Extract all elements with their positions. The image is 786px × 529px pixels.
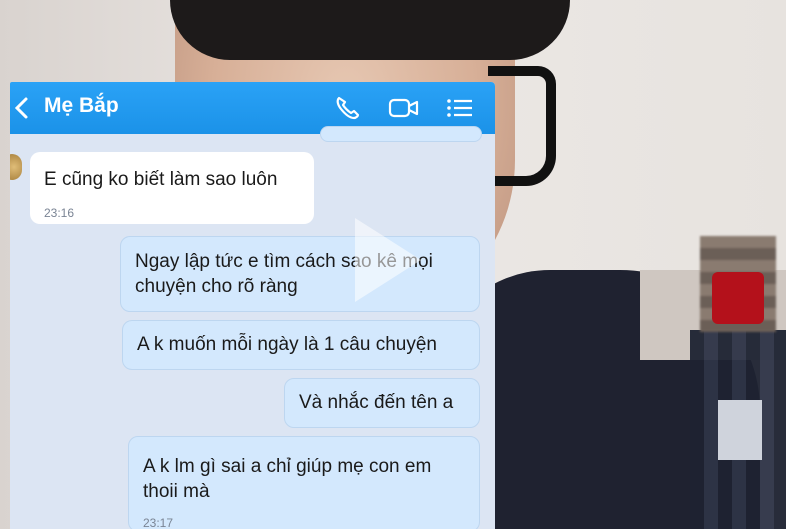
- message-outgoing[interactable]: Và nhắc đến tên a: [284, 378, 480, 428]
- message-text: Và nhắc đến tên a: [299, 392, 454, 413]
- contact-name[interactable]: Mẹ Bắp: [44, 94, 119, 118]
- phone-icon[interactable]: [332, 93, 364, 123]
- message-time: 23:17: [143, 516, 174, 529]
- message-outgoing[interactable]: A k muốn mỗi ngày là 1 câu chuyện: [122, 320, 480, 370]
- play-icon[interactable]: [355, 218, 421, 302]
- person-glasses: [488, 66, 556, 186]
- pixelated-patch: [718, 400, 762, 460]
- message-incoming[interactable]: E cũng ko biết làm sao luôn 23:16: [30, 152, 314, 224]
- chat-screenshot-overlay: Mẹ Bắp E cũng ko biết làm sao luôn 23:16…: [10, 82, 495, 529]
- menu-list-icon[interactable]: [444, 93, 476, 123]
- contact-avatar[interactable]: [10, 154, 22, 180]
- message-text: E cũng ko biết làm sao luôn: [44, 169, 278, 190]
- previous-message-edge: [320, 126, 482, 142]
- message-time: 23:16: [44, 206, 75, 220]
- chevron-left-icon[interactable]: [12, 96, 30, 120]
- message-list[interactable]: E cũng ko biết làm sao luôn 23:16 Ngay l…: [10, 126, 495, 529]
- pixelated-red-area: [712, 272, 764, 324]
- video-camera-icon[interactable]: [388, 93, 420, 123]
- message-text: A k lm gì sai a chỉ giúp mẹ con em thoii…: [143, 456, 432, 502]
- message-outgoing[interactable]: Ngay lập tức e tìm cách sao kê mọi chuyệ…: [120, 236, 480, 312]
- message-outgoing[interactable]: A k lm gì sai a chỉ giúp mẹ con em thoii…: [128, 436, 480, 529]
- message-text: A k muốn mỗi ngày là 1 câu chuyện: [137, 334, 437, 355]
- person-hair: [170, 0, 570, 60]
